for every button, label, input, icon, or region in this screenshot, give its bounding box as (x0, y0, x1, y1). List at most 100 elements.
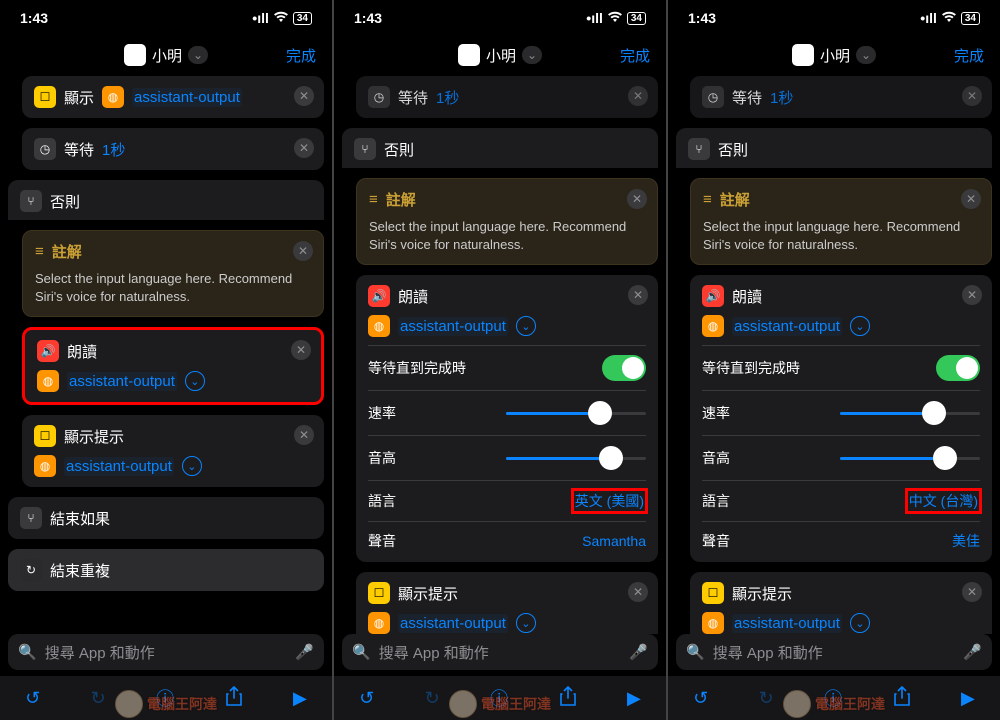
show-alert-action[interactable]: ✕ ☐ 顯示提示 ◍assistant-output ⌄ (690, 572, 992, 634)
play-button[interactable]: ▶ (627, 688, 641, 709)
close-icon[interactable]: ✕ (294, 138, 314, 158)
info-button[interactable]: ⓘ (156, 685, 174, 711)
share-button[interactable] (893, 686, 911, 711)
param-voice[interactable]: 聲音 美佳 (702, 521, 980, 560)
nav-bar: ▦ 小明 ⌄ 完成 (0, 36, 332, 74)
speak-action-expanded[interactable]: ✕ 🔊 朗讀 ◍assistant-output ⌄ 等待直到完成時 速率 音高 (690, 275, 992, 562)
close-icon[interactable]: ✕ (627, 189, 647, 209)
info-button[interactable]: ⓘ (824, 685, 842, 711)
show-action[interactable]: ✕ ☐ 顯示 ◍assistant-output (22, 76, 324, 118)
phone-panel-2: 1:43 •ıll 34 ▦ 小明 ⌄ 完成 ✕ ◷ 等待 1秒 ⑂ 否則 (334, 0, 666, 720)
show-alert-action[interactable]: ✕ ☐ 顯示提示 ◍assistant-output ⌄ (356, 572, 658, 634)
comment-action[interactable]: ✕ ≡ 註解 Select the input language here. R… (22, 230, 324, 317)
param-wait-until: 等待直到完成時 (368, 345, 646, 390)
param-language[interactable]: 語言 中文 (台灣) (702, 480, 980, 521)
pitch-slider[interactable] (506, 445, 646, 471)
rate-slider[interactable] (840, 400, 980, 426)
wait-label: 等待 (64, 139, 94, 160)
mic-icon[interactable]: 🎤 (963, 643, 982, 661)
param-pitch: 音高 (702, 435, 980, 480)
speak-action-expanded[interactable]: ✕ 🔊 朗讀 ◍assistant-output ⌄ 等待直到完成時 速率 音高 (356, 275, 658, 562)
speak-action-highlighted[interactable]: ✕ 🔊 朗讀 ◍assistant-output ⌄ (22, 327, 324, 405)
info-button[interactable]: ⓘ (490, 685, 508, 711)
wait-value[interactable]: 1秒 (102, 139, 125, 160)
undo-button[interactable]: ↺ (25, 688, 40, 709)
voice-value[interactable]: 美佳 (952, 531, 980, 551)
rate-slider[interactable] (506, 400, 646, 426)
bottom-toolbar: ↺ ↻ ⓘ ▶ (0, 676, 332, 720)
variable-tag[interactable]: assistant-output (398, 614, 508, 633)
param-rate: 速率 (702, 390, 980, 435)
actions-scroll[interactable]: ✕ ◷ 等待 1秒 ⑂ 否則 ✕ ≡ 註解 Select the input l… (334, 74, 666, 634)
shortcut-title[interactable]: ▦ 小明 ⌄ (124, 44, 208, 66)
signal-icon: •ıll (252, 10, 269, 26)
wait-toggle[interactable] (602, 355, 646, 381)
close-icon[interactable]: ✕ (962, 86, 982, 106)
expand-icon[interactable]: ⌄ (185, 371, 205, 391)
show-alert-action[interactable]: ✕ ☐ 顯示提示 ◍assistant-output ⌄ (22, 415, 324, 487)
close-icon[interactable]: ✕ (294, 86, 314, 106)
comment-action[interactable]: ✕ ≡ 註解 Select the input language here. R… (356, 178, 658, 265)
mic-icon[interactable]: 🎤 (629, 643, 648, 661)
expand-icon[interactable]: ⌄ (850, 613, 870, 633)
close-icon[interactable]: ✕ (628, 86, 648, 106)
close-icon[interactable]: ✕ (961, 189, 981, 209)
variable-tag[interactable]: assistant-output (64, 457, 174, 476)
comment-title: 註解 (720, 189, 750, 210)
language-value-highlighted[interactable]: 中文 (台灣) (907, 490, 980, 512)
comment-body: Select the input language here. Recommen… (35, 270, 311, 306)
param-language[interactable]: 語言 英文 (美國) (368, 480, 646, 521)
else-action[interactable]: ⑂ 否則 (342, 128, 658, 168)
pitch-slider[interactable] (840, 445, 980, 471)
wait-icon: ◷ (368, 86, 390, 108)
done-button[interactable]: 完成 (286, 45, 316, 66)
variable-tag[interactable]: assistant-output (398, 317, 508, 336)
else-action[interactable]: ⑂ 否則 (8, 180, 324, 220)
actions-scroll[interactable]: ✕ ◷ 等待 1秒 ⑂ 否則 ✕ ≡ 註解 Select the input l… (668, 74, 1000, 634)
done-button[interactable]: 完成 (954, 45, 984, 66)
chevron-down-icon: ⌄ (522, 46, 542, 64)
expand-icon[interactable]: ⌄ (182, 456, 202, 476)
shortcut-name: 小明 (820, 45, 850, 66)
comment-action[interactable]: ✕ ≡ 註解 Select the input language here. R… (690, 178, 992, 265)
variable-tag[interactable]: assistant-output (732, 614, 842, 633)
shortcut-title[interactable]: ▦ 小明 ⌄ (458, 44, 542, 66)
collapse-icon[interactable]: ⌄ (516, 316, 536, 336)
wait-action[interactable]: ✕ ◷ 等待 1秒 (22, 128, 324, 170)
share-button[interactable] (225, 686, 243, 711)
actions-scroll[interactable]: ✕ ☐ 顯示 ◍assistant-output ✕ ◷ 等待 1秒 ⑂ 否則 … (0, 74, 332, 634)
endrepeat-action[interactable]: ↻ 結束重複 (8, 549, 324, 591)
search-bar[interactable]: 🔍 搜尋 App 和動作 🎤 (342, 634, 658, 670)
wait-action[interactable]: ✕ ◷ 等待 1秒 (356, 76, 658, 118)
search-bar[interactable]: 🔍 搜尋 App 和動作 🎤 (8, 634, 324, 670)
else-action[interactable]: ⑂ 否則 (676, 128, 992, 168)
wait-toggle[interactable] (936, 355, 980, 381)
undo-button[interactable]: ↺ (359, 688, 374, 709)
share-button[interactable] (559, 686, 577, 711)
status-bar: 1:43 •ıll 34 (334, 0, 666, 36)
done-button[interactable]: 完成 (620, 45, 650, 66)
variable-tag[interactable]: assistant-output (132, 88, 242, 107)
mic-icon[interactable]: 🎤 (295, 643, 314, 661)
variable-tag[interactable]: assistant-output (732, 317, 842, 336)
shortcut-title[interactable]: ▦ 小明 ⌄ (792, 44, 876, 66)
expand-icon[interactable]: ⌄ (516, 613, 536, 633)
wait-value[interactable]: 1秒 (770, 87, 793, 108)
alert-icon: ☐ (702, 582, 724, 604)
redo-button: ↻ (425, 688, 440, 709)
signal-icon: •ıll (920, 10, 937, 26)
close-icon[interactable]: ✕ (293, 241, 313, 261)
param-voice[interactable]: 聲音 Samantha (368, 521, 646, 560)
voice-value[interactable]: Samantha (582, 533, 646, 549)
status-time: 1:43 (688, 10, 716, 26)
play-button[interactable]: ▶ (293, 688, 307, 709)
play-button[interactable]: ▶ (961, 688, 975, 709)
undo-button[interactable]: ↺ (693, 688, 708, 709)
language-value-highlighted[interactable]: 英文 (美國) (573, 490, 646, 512)
wait-value[interactable]: 1秒 (436, 87, 459, 108)
wait-action[interactable]: ✕ ◷ 等待 1秒 (690, 76, 992, 118)
collapse-icon[interactable]: ⌄ (850, 316, 870, 336)
variable-tag[interactable]: assistant-output (67, 372, 177, 391)
endif-action[interactable]: ⑂ 結束如果 (8, 497, 324, 539)
search-bar[interactable]: 🔍 搜尋 App 和動作 🎤 (676, 634, 992, 670)
